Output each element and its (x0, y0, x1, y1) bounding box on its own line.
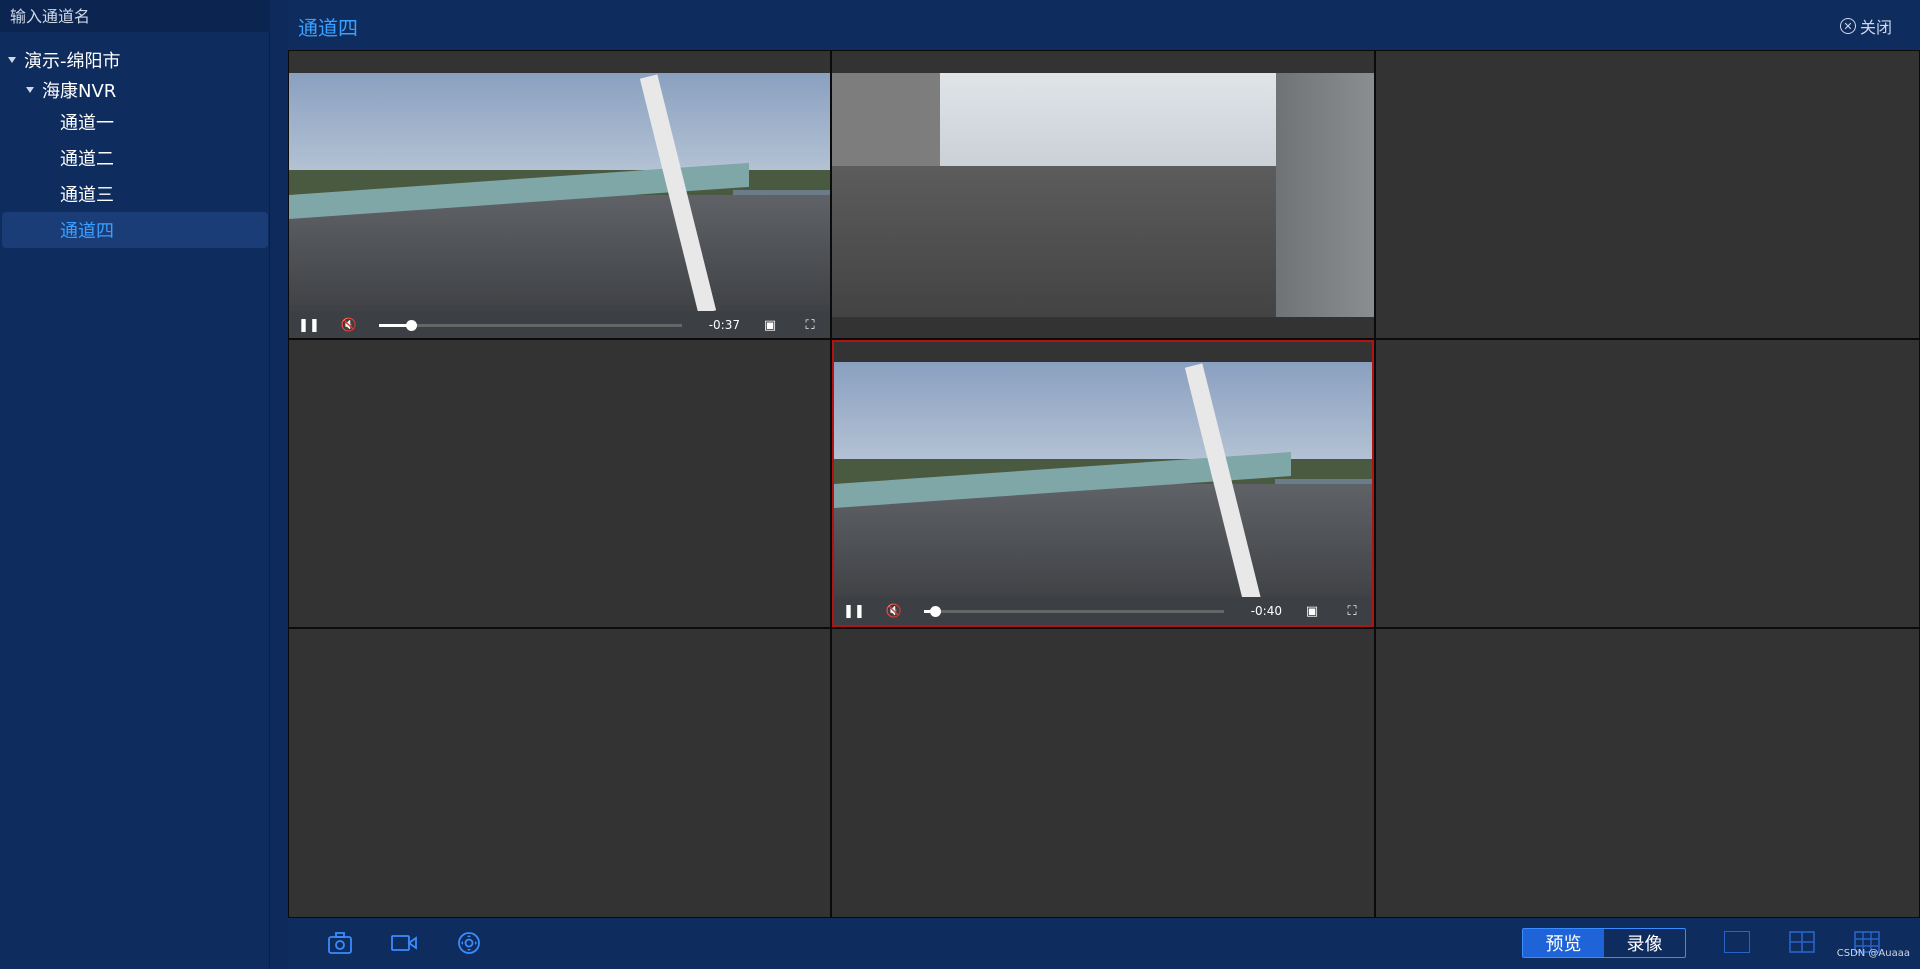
tree-node-channel-2[interactable]: 通道二 (0, 140, 270, 176)
close-label: 关闭 (1859, 18, 1892, 37)
progress-bar[interactable] (379, 319, 682, 331)
tree-node-label: 通道三 (60, 185, 114, 206)
tree-node-nvr[interactable]: 海康NVR (0, 72, 270, 108)
header-bar: 通道四 ✕ 关闭 (288, 0, 1920, 50)
mute-icon[interactable]: 🔇 (874, 604, 914, 619)
video-cell-5-active[interactable]: ❚❚ 🔇 -0:40 ▣ ⛶ (832, 340, 1374, 627)
page-title: 通道四 (298, 16, 358, 40)
progress-bar[interactable] (924, 605, 1224, 617)
fullscreen-icon[interactable]: ⛶ (1332, 604, 1372, 619)
tree-node-label: 海康NVR (42, 81, 117, 102)
video-record-icon[interactable] (391, 931, 417, 955)
tree-node-label: 通道一 (60, 113, 114, 134)
sidebar: 演示-绵阳市 海康NVR 通道一 通道二 通道三 通道四 (0, 0, 270, 969)
fullscreen-icon[interactable]: ⛶ (790, 318, 830, 333)
video-cell-7[interactable] (289, 629, 830, 917)
video-frame (832, 73, 1374, 317)
close-button[interactable]: ✕ 关闭 (1839, 14, 1892, 38)
video-frame (834, 362, 1372, 605)
pause-icon[interactable]: ❚❚ (834, 604, 874, 619)
ptz-control-icon[interactable] (456, 931, 482, 955)
bottom-toolbar: 预览 录像 CSDN @Auaaa (288, 918, 1920, 969)
channel-search-input[interactable] (0, 0, 270, 32)
layout-single-icon[interactable] (1724, 931, 1750, 953)
preview-mode-button[interactable]: 预览 (1523, 929, 1604, 957)
tree-node-label: 演示-绵阳市 (24, 51, 121, 72)
caret-down-icon[interactable] (8, 57, 16, 63)
video-cell-4[interactable] (289, 340, 830, 627)
video-grid: ❚❚ 🔇 -0:37 ▣ ⛶ ❚❚ 🔇 -0:40 ▣ ⛶ (288, 50, 1920, 918)
time-remaining: -0:40 (1250, 604, 1282, 618)
player-controls: ❚❚ 🔇 -0:37 ▣ ⛶ (289, 311, 830, 338)
picture-in-picture-icon[interactable]: ▣ (750, 318, 790, 333)
tree-node-channel-3[interactable]: 通道三 (0, 176, 270, 212)
video-frame (289, 73, 830, 316)
tree-node-label: 通道二 (60, 149, 114, 170)
picture-in-picture-icon[interactable]: ▣ (1292, 604, 1332, 619)
playback-mode-button[interactable]: 录像 (1604, 929, 1685, 957)
video-cell-9[interactable] (1376, 629, 1919, 917)
video-cell-2[interactable] (832, 51, 1374, 338)
caret-down-icon[interactable] (26, 87, 34, 93)
progress-knob[interactable] (406, 319, 418, 331)
watermark-text: CSDN @Auaaa (1836, 948, 1910, 959)
mode-toggle-group: 预览 录像 (1522, 928, 1686, 958)
pause-icon[interactable]: ❚❚ (289, 318, 329, 333)
tree-node-label: 通道四 (60, 221, 114, 242)
video-cell-3[interactable] (1376, 51, 1919, 338)
close-icon: ✕ (1839, 18, 1856, 34)
video-cell-8[interactable] (832, 629, 1374, 917)
mute-icon[interactable]: 🔇 (329, 318, 369, 333)
layout-quad-icon[interactable] (1789, 931, 1815, 953)
time-remaining: -0:37 (708, 318, 740, 332)
progress-knob[interactable] (930, 605, 941, 617)
tree-node-channel-4[interactable]: 通道四 (2, 212, 268, 248)
camera-icon[interactable] (327, 931, 353, 955)
player-controls: ❚❚ 🔇 -0:40 ▣ ⛶ (834, 597, 1372, 625)
video-cell-1[interactable]: ❚❚ 🔇 -0:37 ▣ ⛶ (289, 51, 830, 338)
video-cell-6[interactable] (1376, 340, 1919, 627)
tree-node-channel-1[interactable]: 通道一 (0, 104, 270, 140)
